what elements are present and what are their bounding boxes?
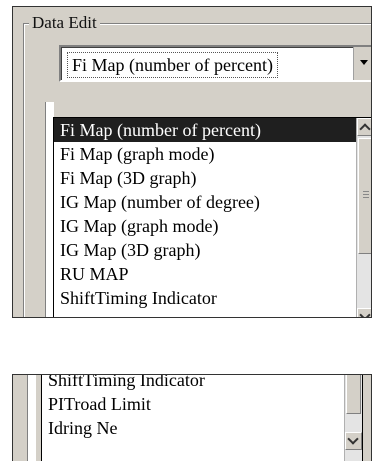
list-item[interactable]: ShiftTiming Indicator bbox=[42, 375, 344, 392]
list-item[interactable]: IG Map (number of degree) bbox=[54, 190, 356, 214]
list-item[interactable]: IG Map (3D graph) bbox=[54, 238, 356, 262]
map-select-combobox[interactable]: Fi Map (number of percent) bbox=[59, 45, 371, 82]
scrollbar-thumb[interactable] bbox=[346, 375, 361, 414]
map-dropdown-list-scrolled[interactable]: ShiftTiming Indicator PITroad Limit Idri… bbox=[41, 375, 363, 461]
list-item[interactable]: IG Map (graph mode) bbox=[54, 214, 356, 238]
vertical-scrollbar[interactable] bbox=[356, 118, 371, 317]
chevron-down-icon[interactable] bbox=[345, 432, 362, 450]
list-item[interactable]: Idring Ne bbox=[42, 416, 344, 440]
dropdown-scrolled-panel: ShiftTiming Indicator PITroad Limit Idri… bbox=[12, 374, 372, 461]
vertical-scrollbar[interactable] bbox=[344, 375, 362, 461]
chevron-down-icon[interactable] bbox=[353, 47, 371, 80]
map-dropdown-list[interactable]: Fi Map (number of percent) Fi Map (graph… bbox=[53, 117, 371, 317]
combobox-selected-value: Fi Map (number of percent) bbox=[67, 52, 278, 78]
scrollbar-thumb[interactable] bbox=[358, 138, 371, 254]
dropdown-options: ShiftTiming Indicator PITroad Limit Idri… bbox=[42, 375, 344, 440]
groupbox-title: Data Edit bbox=[29, 13, 100, 33]
list-item[interactable]: RU MAP bbox=[54, 262, 356, 286]
list-item[interactable]: ShiftTiming Indicator bbox=[54, 286, 356, 310]
list-item[interactable]: Fi Map (3D graph) bbox=[54, 166, 356, 190]
data-edit-panel: Data Edit Fi Map (number of percent) Fi … bbox=[12, 6, 372, 318]
list-item[interactable]: Fi Map (graph mode) bbox=[54, 142, 356, 166]
dropdown-options: Fi Map (number of percent) Fi Map (graph… bbox=[54, 118, 356, 310]
chevron-up-icon[interactable] bbox=[357, 118, 371, 136]
chevron-down-icon[interactable] bbox=[357, 308, 371, 317]
list-item[interactable]: PITroad Limit bbox=[42, 392, 344, 416]
inner-panel-edge bbox=[27, 375, 36, 461]
list-item[interactable]: Fi Map (number of percent) bbox=[54, 118, 356, 142]
